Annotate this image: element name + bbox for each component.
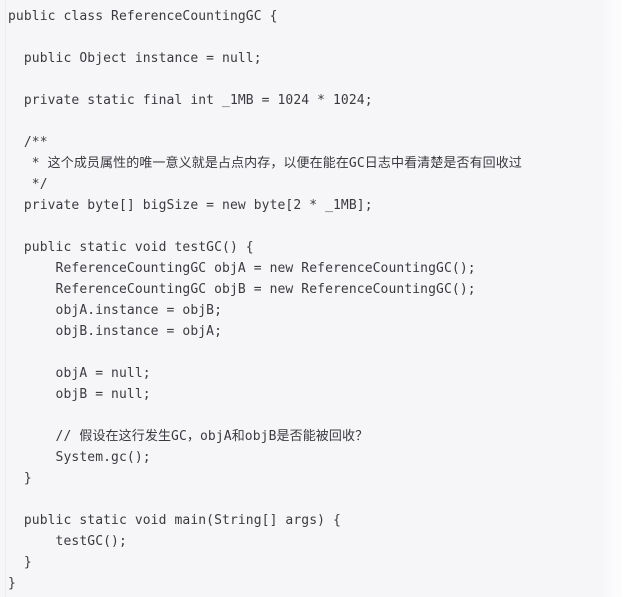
code-line: public static void main(String[] args) { — [8, 513, 341, 528]
code-line: ReferenceCountingGC objB = new Reference… — [8, 282, 476, 297]
code-line: public class ReferenceCountingGC { — [8, 9, 278, 24]
code-line: } — [8, 555, 32, 570]
code-line: /** — [8, 135, 48, 150]
code-line: private static final int _1MB = 1024 * 1… — [8, 93, 373, 108]
code-line: objB = null; — [8, 387, 151, 402]
code-line: public Object instance = null; — [8, 51, 262, 66]
code-line: testGC(); — [8, 534, 127, 549]
code-line: } — [8, 576, 16, 591]
code-line: objB.instance = objA; — [8, 324, 223, 339]
code-line: System.gc(); — [8, 450, 151, 465]
code-line: public static void testGC() { — [8, 240, 254, 255]
code-block[interactable]: public class ReferenceCountingGC { publi… — [0, 0, 640, 594]
code-line: */ — [8, 177, 48, 192]
code-line: * 这个成员属性的唯一意义就是占点内存，以便在能在GC日志中看清楚是否有回收过 — [8, 156, 522, 171]
code-line: } — [8, 471, 32, 486]
code-line: objA.instance = objB; — [8, 303, 223, 318]
code-line: objA = null; — [8, 366, 151, 381]
code-line: private byte[] bigSize = new byte[2 * _1… — [8, 198, 373, 213]
code-line: // 假设在这行发生GC，objA和objB是否能被回收？ — [8, 429, 369, 444]
code-snippet-canvas: public class ReferenceCountingGC { publi… — [0, 0, 640, 597]
code-line: ReferenceCountingGC objA = new Reference… — [8, 261, 476, 276]
